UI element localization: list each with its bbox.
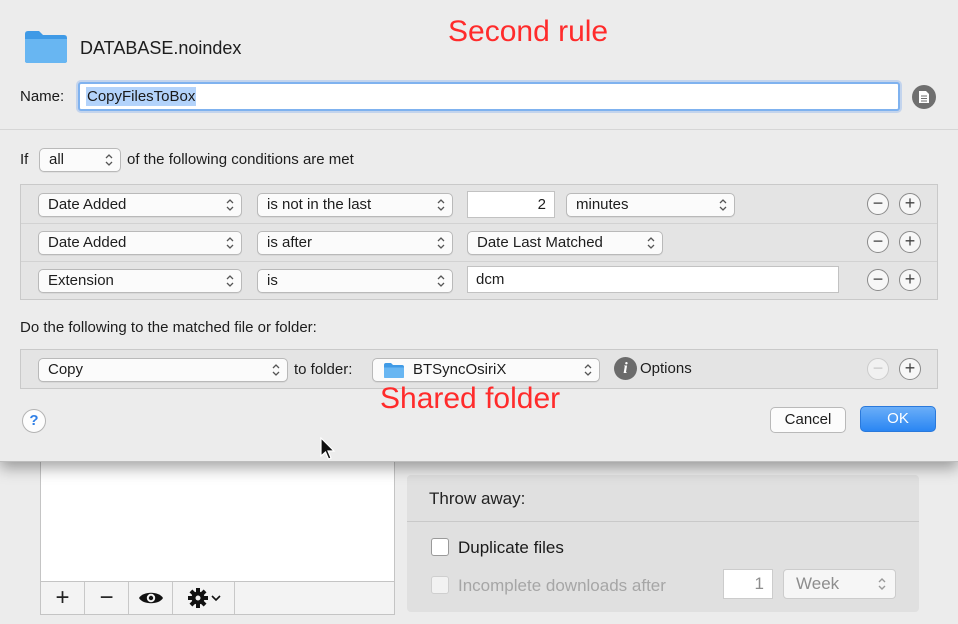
action-type-value: Copy [48,361,84,378]
match-suffix-label: of the following conditions are met [127,151,354,168]
condition-operator-value: is not in the last [267,196,372,213]
chevron-updown-icon [437,275,445,287]
add-action-button[interactable]: + [899,358,921,380]
destination-folder-popup[interactable]: BTSyncOsiriX [372,358,600,382]
document-icon [919,91,929,103]
chevron-updown-icon [878,578,886,590]
condition-attribute-value: Date Added [48,196,127,213]
rule-editor-sheet: DATABASE.noindex Second rule Name: CopyF… [0,0,958,462]
chevron-down-icon [210,595,221,602]
rule-name-value: CopyFilesToBox [86,87,197,106]
chevron-updown-icon [719,199,727,211]
match-mode-value: all [49,151,65,168]
chevron-updown-icon [226,237,234,249]
ok-button[interactable]: OK [860,406,936,432]
name-label: Name: [20,88,65,105]
duplicate-files-label: Duplicate files [458,538,564,557]
rule-name-field[interactable]: CopyFilesToBox [78,82,900,111]
folder-icon [384,363,404,378]
incomplete-downloads-checkbox[interactable] [431,576,449,594]
add-condition-button[interactable]: + [899,231,921,253]
match-mode-popup[interactable]: all [39,148,121,172]
condition-unit-popup[interactable]: minutes [566,193,735,217]
annotation-second-rule: Second rule [448,15,609,48]
eye-icon [138,592,163,604]
options-label[interactable]: Options [640,360,692,377]
remove-action-button[interactable]: − [867,358,889,380]
condition-attribute-popup[interactable]: Extension [38,269,242,293]
chevron-updown-icon [584,364,592,376]
throw-away-panel: Throw away: Duplicate files Incomplete d… [407,475,919,612]
row-divider [21,223,937,224]
divider [407,521,919,522]
remove-condition-button[interactable]: − [867,193,889,215]
condition-operator-value: is after [267,234,313,251]
if-label: If [20,151,29,168]
info-icon[interactable]: i [614,357,637,380]
chevron-updown-icon [226,199,234,211]
folder-icon [25,31,67,63]
rules-list-toolbar: + − [40,581,395,615]
annotation-shared-folder: Shared folder [380,382,561,415]
mouse-pointer-icon [320,437,336,460]
chevron-updown-icon [105,154,113,166]
destination-folder-value: BTSyncOsiriX [413,361,507,378]
condition-unit-value: minutes [576,196,629,213]
gear-menu-button[interactable] [173,582,235,614]
cancel-button[interactable]: Cancel [770,407,846,433]
condition-value-field[interactable]: 2 [467,191,555,218]
actions-label: Do the following to the matched file or … [20,319,317,336]
add-rule-button[interactable]: + [41,582,85,614]
chevron-updown-icon [647,237,655,249]
add-condition-button[interactable]: + [899,193,921,215]
condition-attribute-popup[interactable]: Date Added [38,193,242,217]
sheet-header: DATABASE.noindex Second rule Name: CopyF… [0,0,958,130]
preview-button[interactable] [129,582,173,614]
remove-condition-button[interactable]: − [867,269,889,291]
condition-attribute-value: Date Added [48,234,127,251]
condition-value-text: Date Last Matched [477,234,603,251]
duplicate-files-checkbox[interactable] [431,538,449,556]
period-popup[interactable]: Week [783,569,896,599]
chevron-updown-icon [272,364,280,376]
condition-operator-popup[interactable]: is [257,269,453,293]
condition-operator-popup[interactable]: is not in the last [257,193,453,217]
remove-condition-button[interactable]: − [867,231,889,253]
condition-operator-popup[interactable]: is after [257,231,453,255]
condition-attribute-value: Extension [48,272,114,289]
gear-icon [187,588,208,608]
condition-value-field[interactable]: dcm [467,266,839,293]
incomplete-downloads-label: Incomplete downloads after [458,576,666,595]
row-divider [21,261,937,262]
remove-rule-button[interactable]: − [85,582,129,614]
condition-value-popup[interactable]: Date Last Matched [467,231,663,255]
folder-title: DATABASE.noindex [80,38,242,58]
incomplete-count-field[interactable]: 1 [723,569,773,599]
condition-attribute-popup[interactable]: Date Added [38,231,242,255]
condition-operator-value: is [267,272,278,289]
to-folder-label: to folder: [294,361,353,378]
period-value: Week [796,574,840,593]
add-condition-button[interactable]: + [899,269,921,291]
throw-away-title: Throw away: [429,489,526,508]
chevron-updown-icon [226,275,234,287]
help-button[interactable]: ? [22,409,46,433]
chevron-updown-icon [437,199,445,211]
conditions-list: Date Added is not in the last 2 minutes … [20,184,938,300]
rule-description-button[interactable] [912,85,936,109]
chevron-updown-icon [437,237,445,249]
action-type-popup[interactable]: Copy [38,358,288,382]
